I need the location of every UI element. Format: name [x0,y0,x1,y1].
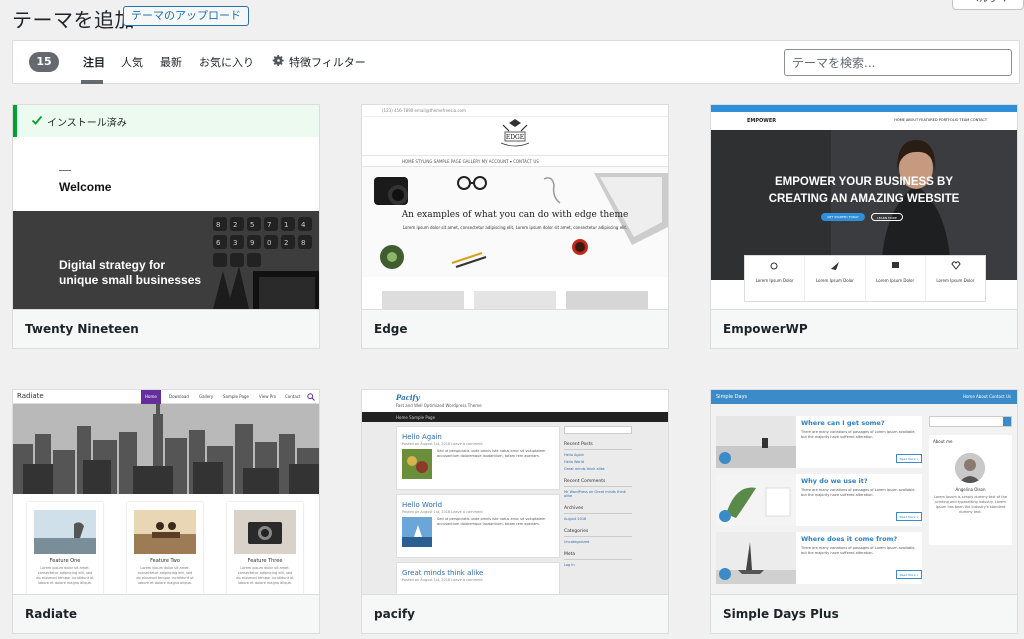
theme-name: Twenty Nineteen [13,309,319,348]
preview-hero-text: Digital strategy for unique small busine… [59,258,202,287]
help-button[interactable]: ヘルプ ▾ [952,0,1024,10]
preview-post: Where does it come from? There are many … [716,532,922,584]
checkmark-icon [31,115,43,125]
theme-card-edge[interactable]: (123) 456-7890 email@themefreesia.com ED… [361,104,669,349]
preview-post: Hello Again Posted on August 1st, 2018 L… [396,426,560,490]
preview-thumbnails [382,291,648,309]
theme-name: Edge [362,309,668,348]
preview-post: Where can I get some? There are many var… [716,416,922,468]
preview-hero-image [362,167,668,277]
preview-post: Hello World Posted on August 1st, 2018 L… [396,494,560,558]
theme-screenshot[interactable]: (123) 456-7890 email@themefreesia.com ED… [362,105,668,309]
svg-text:5: 5 [250,221,254,229]
svg-text:6: 6 [216,239,221,247]
svg-text:3: 3 [233,239,237,247]
theme-filter-bar: 15 注目 人気 最新 お気に入り 特徴フィルター [12,40,1020,84]
theme-screenshot[interactable]: Simple Days Home About Contact Us Where … [711,390,1017,594]
theme-card-radiate[interactable]: Radiate Home Download Gallery Sample Pag… [12,389,320,634]
preview-hero-text: EMPOWER YOUR BUSINESS BY CREATING AN AMA… [768,176,960,205]
svg-text:2: 2 [233,221,237,229]
preview-heading: Welcome [59,180,112,194]
svg-text:7: 7 [267,221,271,229]
theme-name: Radiate [13,594,319,633]
theme-screenshot[interactable]: インストール済み Welcome 8 2 5 7 1 4 6 3 9 0 2 8 Digital s… [13,105,319,309]
theme-name: Simple Days Plus [711,594,1017,633]
preview-post: Great minds think alike Posted on August… [396,562,560,594]
theme-card-simple-days-plus[interactable]: Simple Days Home About Contact Us Where … [710,389,1018,634]
theme-search-input[interactable] [784,49,1012,76]
theme-card-empowerwp[interactable]: EMPOWER HOME ABOUT FEATURED PORTFOLIO TE… [710,104,1018,349]
search-icon [307,393,315,401]
installed-label: インストール済み [47,118,127,129]
tab-featured[interactable]: 注目 [83,54,105,70]
theme-name: EmpowerWP [711,309,1017,348]
theme-name: pacify [362,594,668,633]
feature-filter-link[interactable]: 特徴フィルター [289,54,366,70]
svg-text:4: 4 [301,221,306,229]
upload-theme-button[interactable]: テーマのアップロード [123,6,249,26]
preview-tagline: An examples of what you can do with edge… [401,210,629,220]
preview-post: Why do we use it? There are many variati… [716,474,922,526]
active-tab-indicator [81,80,103,84]
gear-icon[interactable] [272,54,285,67]
theme-screenshot[interactable]: Radiate Home Download Gallery Sample Pag… [13,390,319,594]
theme-count-badge: 15 [29,52,59,72]
svg-text:9: 9 [250,239,254,247]
edge-logo-icon: EDGE [500,119,530,147]
page-title: テーマを追加 [12,8,135,32]
preview-sidebar: Recent Posts Hello Again Hello World Gre… [564,426,632,567]
preview-feature-card: Feature Three Lorem ipsum dolor sit amet… [227,502,303,594]
preview-feature-card: Feature Two Lorem ipsum dolor sit amet, … [127,502,203,594]
installed-notice: インストール済み [13,105,319,137]
svg-text:2: 2 [284,239,288,247]
preview-sidebar: About me Angelina Olson Lorem Ipsum is s… [929,416,1012,545]
svg-text:EDGE: EDGE [506,134,524,141]
theme-screenshot[interactable]: EMPOWER HOME ABOUT FEATURED PORTFOLIO TE… [711,105,1017,309]
tab-latest[interactable]: 最新 [160,54,182,70]
svg-text:8: 8 [301,239,305,247]
svg-text:1: 1 [284,221,288,229]
tab-favorites[interactable]: お気に入り [199,54,254,70]
preview-hero-image [13,404,319,494]
tab-popular[interactable]: 人気 [121,54,143,70]
preview-feature-card: Feature One Lorem ipsum dolor sit amet, … [27,502,103,594]
theme-card-twenty-nineteen[interactable]: インストール済み Welcome 8 2 5 7 1 4 6 3 9 0 2 8 Digital s… [12,104,320,349]
svg-text:8: 8 [216,221,220,229]
theme-screenshot[interactable]: Pacify Fast and Well Optimized Wordpress… [362,390,668,594]
theme-card-pacify[interactable]: Pacify Fast and Well Optimized Wordpress… [361,389,669,634]
svg-text:0: 0 [267,239,271,247]
